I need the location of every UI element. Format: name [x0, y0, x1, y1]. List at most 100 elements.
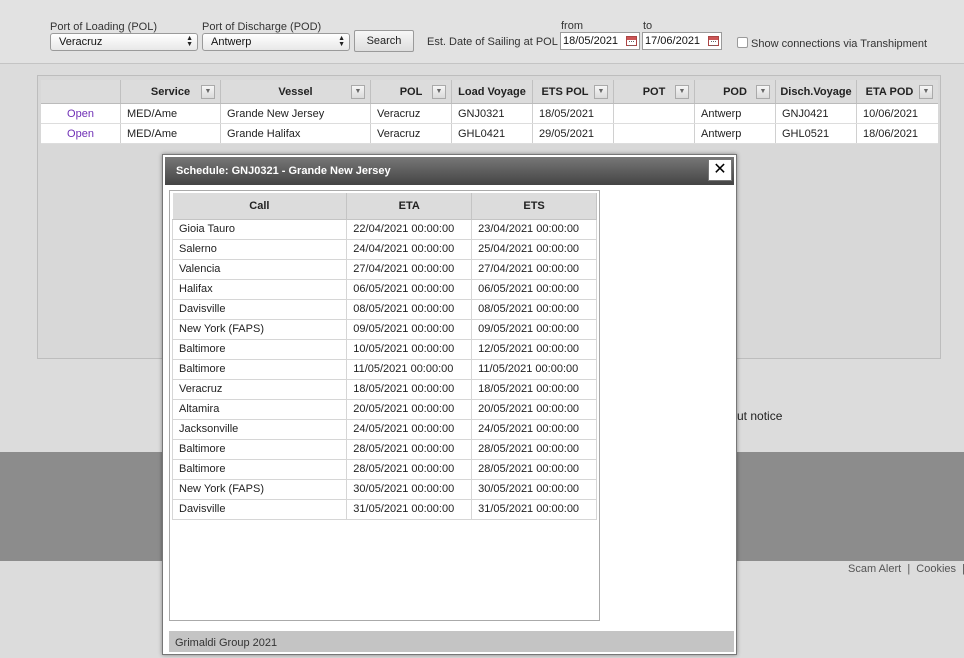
column-header-disch-voyage[interactable]: Disch.Voyage: [776, 80, 857, 103]
open-link[interactable]: Open: [41, 104, 121, 123]
column-header-label: ETS POL: [541, 86, 589, 98]
filter-dropdown-icon[interactable]: ▼: [201, 85, 215, 99]
cell-pod: Antwerp: [695, 104, 776, 123]
column-header-vessel[interactable]: Vessel ▼: [221, 80, 371, 103]
table-row[interactable]: Open MED/Ame Grande Halifax Veracruz GHL…: [41, 124, 938, 144]
cell-ets-pol: 29/05/2021: [533, 124, 614, 143]
cell-call: Baltimore: [171, 338, 348, 360]
cell-vessel: Grande Halifax: [221, 124, 371, 143]
cell-ets-pol: 18/05/2021: [533, 104, 614, 123]
table-row: Baltimore 11/05/2021 00:00:00 11/05/2021 0…: [171, 358, 597, 380]
cell-eta: 10/05/2021 00:00:00: [346, 338, 473, 360]
column-header-eta: ETA: [346, 193, 473, 220]
cell-call: Jacksonville: [171, 418, 348, 440]
cell-eta: 20/05/2021 00:00:00: [346, 398, 473, 420]
schedule-frame: Call ETA ETS Gioia Tauro 22/04/2021 00:00…: [169, 190, 600, 621]
cell-eta: 31/05/2021 00:00:00: [346, 498, 473, 520]
cell-ets: 20/05/2021 00:00:00: [471, 398, 597, 420]
results-header: Service ▼ Vessel ▼ POL ▼ Load Voyage ETS…: [41, 80, 938, 104]
column-header-ets-pol[interactable]: ETS POL ▼: [533, 80, 614, 103]
dialog-title-bar: Schedule: GNJ0321 - Grande New Jersey: [165, 157, 734, 185]
cell-ets: 08/05/2021 00:00:00: [471, 298, 597, 320]
select-arrows-icon: ▲ ▼: [186, 35, 193, 48]
notice-text: ut notice: [737, 409, 783, 423]
column-header-pot[interactable]: POT ▼: [614, 80, 695, 103]
schedule-table: Call ETA ETS Gioia Tauro 22/04/2021 00:00…: [171, 193, 597, 520]
cell-call: Baltimore: [171, 438, 348, 460]
filter-dropdown-icon[interactable]: ▼: [432, 85, 446, 99]
to-date-input[interactable]: 17/06/2021: [642, 32, 722, 50]
cell-ets: 27/04/2021 00:00:00: [471, 258, 597, 280]
pol-select-value: Veracruz: [59, 36, 103, 48]
cell-call: New York (FAPS): [171, 318, 348, 340]
cell-pol: Veracruz: [371, 124, 452, 143]
cell-ets: 09/05/2021 00:00:00: [471, 318, 597, 340]
results-grid: Service ▼ Vessel ▼ POL ▼ Load Voyage ETS…: [41, 80, 938, 144]
column-header-label: POT: [642, 86, 666, 98]
column-header-label: Disch.Voyage: [780, 86, 852, 98]
column-header-label: ETA POD: [865, 86, 914, 98]
cell-vessel: Grande New Jersey: [221, 104, 371, 123]
schedule-dialog: Schedule: GNJ0321 - Grande New Jersey ✕ …: [162, 154, 737, 655]
pol-label: Port of Loading (POL): [50, 21, 158, 33]
to-date-value: 17/06/2021: [645, 35, 701, 47]
column-header-eta-pod[interactable]: ETA POD ▼: [857, 80, 938, 103]
cell-pod: Antwerp: [695, 124, 776, 143]
search-bar: Port of Loading (POL) Veracruz ▲ ▼ Port o…: [0, 0, 964, 64]
column-header-pol[interactable]: POL ▼: [371, 80, 452, 103]
calendar-icon[interactable]: [626, 36, 637, 46]
cell-service: MED/Ame: [121, 124, 221, 143]
pod-select[interactable]: Antwerp ▲ ▼: [202, 33, 350, 51]
column-header-pod[interactable]: POD ▼: [695, 80, 776, 103]
cell-ets: 24/05/2021 00:00:00: [471, 418, 597, 440]
column-header-load-voyage[interactable]: Load Voyage: [452, 80, 533, 103]
footer-links: Scam Alert | Cookies |: [848, 563, 964, 575]
pol-select[interactable]: Veracruz ▲ ▼: [50, 33, 198, 51]
transhipment-checkbox[interactable]: [737, 37, 748, 48]
cell-disch-voyage: GHL0521: [776, 124, 857, 143]
open-link[interactable]: Open: [41, 124, 121, 143]
calendar-icon[interactable]: [708, 36, 719, 46]
filter-dropdown-icon[interactable]: ▼: [756, 85, 770, 99]
cell-ets: 28/05/2021 00:00:00: [471, 458, 597, 480]
table-row: Altamira 20/05/2021 00:00:00 20/05/2021 00…: [171, 398, 597, 420]
cell-call: Halifax: [171, 278, 348, 300]
dialog-title: Schedule: GNJ0321 - Grande New Jersey: [176, 165, 391, 177]
column-header-label: Service: [150, 86, 191, 98]
column-header-service[interactable]: Service ▼: [121, 80, 221, 103]
cell-call: Salerno: [171, 238, 348, 260]
cell-eta-pod: 18/06/2021: [863, 128, 919, 140]
cell-call: Davisville: [171, 498, 348, 520]
column-header-label: Load Voyage: [458, 86, 526, 98]
table-row: Salerno 24/04/2021 00:00:00 25/04/2021 00:…: [171, 238, 597, 260]
cell-load-voyage: GNJ0321: [452, 104, 533, 123]
cell-call: Altamira: [171, 398, 348, 420]
from-date-value: 18/05/2021: [563, 35, 619, 47]
table-row: Gioia Tauro 22/04/2021 00:00:00 23/04/2021…: [171, 218, 597, 240]
to-label: to: [643, 20, 653, 32]
table-row: Halifax 06/05/2021 00:00:00 06/05/2021 00:…: [171, 278, 597, 300]
cell-call: Baltimore: [171, 458, 348, 480]
filter-dropdown-icon[interactable]: ▼: [919, 85, 933, 99]
cell-ets: 18/05/2021 00:00:00: [471, 378, 597, 400]
from-date-input[interactable]: 18/05/2021: [560, 32, 640, 50]
cell-eta: 30/05/2021 00:00:00: [346, 478, 473, 500]
table-row: New York (FAPS) 30/05/2021 00:00:00 30/05/…: [171, 478, 597, 500]
filter-dropdown-icon[interactable]: ▼: [594, 85, 608, 99]
cookies-link[interactable]: Cookies: [916, 563, 956, 575]
filter-dropdown-icon[interactable]: ▼: [351, 85, 365, 99]
filter-dropdown-icon[interactable]: ▼: [675, 85, 689, 99]
schedule-header-row: Call ETA ETS: [172, 193, 597, 220]
cell-ets: 11/05/2021 00:00:00: [471, 358, 597, 380]
column-header-call: Call: [172, 193, 348, 220]
table-row[interactable]: Open MED/Ame Grande New Jersey Veracruz …: [41, 104, 938, 124]
search-button[interactable]: Search: [354, 30, 414, 52]
cell-ets: 30/05/2021 00:00:00: [471, 478, 597, 500]
table-row: Baltimore 28/05/2021 00:00:00 28/05/2021 0…: [171, 458, 597, 480]
column-header-label: POL: [399, 86, 423, 98]
scam-alert-link[interactable]: Scam Alert: [848, 563, 901, 575]
cell-disch-voyage: GNJ0421: [776, 104, 857, 123]
cell-ets: 12/05/2021 00:00:00: [471, 338, 597, 360]
close-icon[interactable]: ✕: [708, 159, 732, 181]
cell-ets: 23/04/2021 00:00:00: [471, 218, 597, 240]
